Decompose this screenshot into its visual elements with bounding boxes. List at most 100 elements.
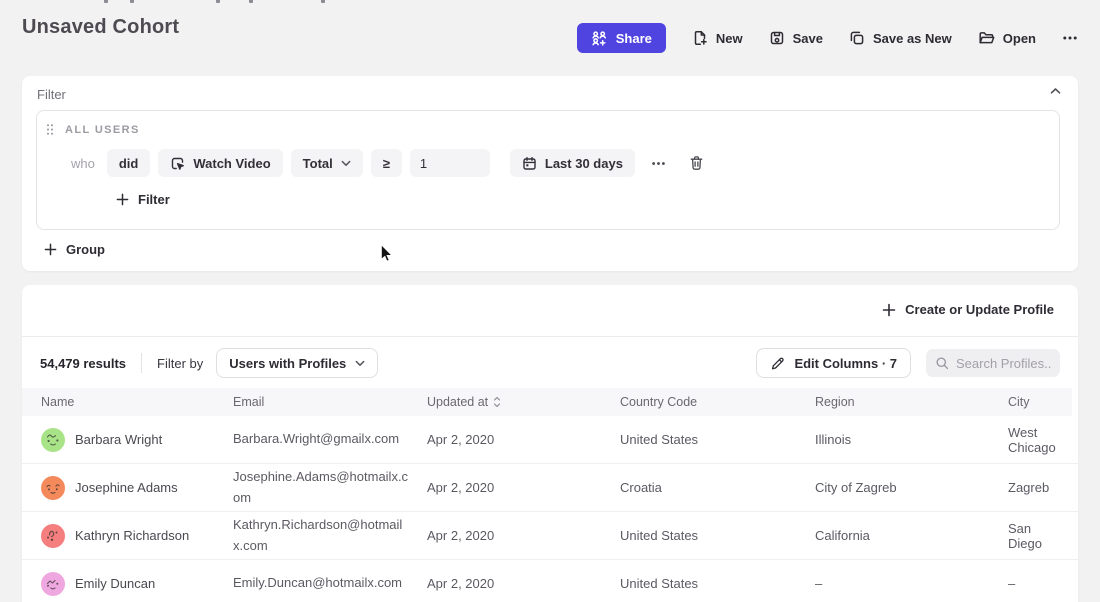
save-icon (769, 30, 785, 46)
column-header-name[interactable]: Name (41, 395, 233, 409)
plus-icon (44, 243, 57, 256)
group-label: ALL USERS (65, 124, 140, 136)
save-as-new-button[interactable]: Save as New (849, 30, 952, 46)
table-header-row: Name Email Updated at Country Code Regio… (22, 388, 1072, 416)
drag-handle-icon[interactable] (46, 123, 54, 136)
avatar (41, 428, 65, 452)
add-group-label: Group (66, 242, 105, 257)
duplicate-icon (849, 30, 865, 46)
save-button-label: Save (793, 31, 823, 46)
results-count: 54,479 results (40, 356, 126, 371)
add-group-button[interactable]: Group (44, 242, 105, 257)
cell-email: Kathryn.Richardson@hotmailx.com (233, 515, 427, 555)
cell-updated-at: Apr 2, 2020 (427, 480, 620, 495)
edit-columns-label: Edit Columns · 7 (794, 356, 897, 371)
group-header: ALL USERS (37, 123, 1059, 136)
cell-country-code: Croatia (620, 480, 815, 495)
cell-region: City of Zagreb (815, 480, 1008, 495)
plus-icon (882, 303, 896, 317)
column-header-region[interactable]: Region (815, 395, 1008, 409)
table-row[interactable]: Emily Duncan Emily.Duncan@hotmailx.com A… (22, 560, 1078, 602)
clipped-fragment (216, 0, 220, 3)
table-row[interactable]: Barbara Wright Barbara.Wright@gmailx.com… (22, 416, 1078, 464)
column-header-label: Email (233, 395, 264, 409)
column-header-updated-at[interactable]: Updated at (427, 395, 620, 409)
delete-clause-button[interactable] (689, 155, 704, 171)
save-button[interactable]: Save (769, 30, 823, 46)
event-chip-label: Watch Video (193, 156, 270, 171)
cell-city: Zagreb (1008, 480, 1078, 495)
column-header-city[interactable]: City (1008, 395, 1072, 409)
cell-region: Illinois (815, 432, 1008, 447)
cell-email: Emily.Duncan@hotmailx.com (233, 573, 427, 593)
table-row[interactable]: Josephine Adams Josephine.Adams@hotmailx… (22, 464, 1078, 512)
sort-icon[interactable] (493, 396, 501, 408)
column-header-country-code[interactable]: Country Code (620, 395, 815, 409)
cell-name: Emily Duncan (75, 576, 155, 591)
threshold-value-input[interactable] (410, 149, 490, 177)
new-file-icon (692, 30, 708, 46)
event-chip[interactable]: Watch Video (158, 149, 282, 177)
divider (22, 336, 1078, 337)
clipped-fragment (249, 0, 253, 3)
folder-open-icon (978, 30, 995, 46)
clipped-fragment (104, 0, 108, 3)
avatar (41, 524, 65, 548)
cell-email: Josephine.Adams@hotmailx.com (233, 467, 427, 507)
share-button[interactable]: Share (577, 23, 666, 53)
create-or-update-profile-button[interactable]: Create or Update Profile (882, 302, 1054, 317)
cell-email: Barbara.Wright@gmailx.com (233, 429, 427, 449)
search-profiles-box[interactable] (926, 349, 1060, 377)
cell-updated-at: Apr 2, 2020 (427, 576, 620, 591)
divider (141, 353, 142, 373)
create-or-update-profile-label: Create or Update Profile (905, 302, 1054, 317)
table-row[interactable]: Kathryn Richardson Kathryn.Richardson@ho… (22, 512, 1078, 560)
more-horizontal-icon (1062, 30, 1078, 46)
avatar (41, 476, 65, 500)
add-filter-button[interactable]: Filter (116, 192, 1059, 207)
chevron-down-icon (341, 160, 351, 167)
collapse-filter-button[interactable] (1050, 87, 1061, 95)
aggregation-chip[interactable]: Total (291, 149, 363, 177)
cohort-group-box: ALL USERS who did Watch Video Total (36, 110, 1060, 230)
plus-icon (116, 193, 129, 206)
did-chip-label: did (119, 156, 139, 171)
share-users-icon (591, 31, 608, 46)
clipped-fragment (321, 0, 325, 3)
date-range-chip[interactable]: Last 30 days (510, 149, 635, 177)
column-header-label: Updated at (427, 395, 488, 409)
search-profiles-input[interactable] (956, 356, 1051, 371)
calendar-icon (522, 156, 537, 171)
column-header-label: Region (815, 395, 855, 409)
who-label: who (71, 156, 95, 171)
filter-by-label: Filter by (157, 356, 203, 371)
cell-region: California (815, 528, 1008, 543)
operator-chip[interactable]: ≥ (371, 149, 402, 177)
profiles-panel: Create or Update Profile 54,479 results … (22, 285, 1078, 602)
new-button[interactable]: New (692, 30, 743, 46)
chevron-down-icon (355, 360, 365, 367)
cell-city: – (1008, 576, 1078, 591)
avatar (41, 572, 65, 596)
did-chip[interactable]: did (107, 149, 151, 177)
profiles-filter-select-value: Users with Profiles (229, 356, 346, 371)
edit-columns-button[interactable]: Edit Columns · 7 (756, 348, 911, 378)
add-filter-label: Filter (138, 192, 170, 207)
aggregation-chip-label: Total (303, 156, 333, 171)
open-button[interactable]: Open (978, 30, 1036, 46)
cell-name: Josephine Adams (75, 480, 178, 495)
column-header-email[interactable]: Email (233, 395, 427, 409)
search-icon (935, 356, 949, 370)
column-header-label: Name (41, 395, 74, 409)
pencil-icon (770, 356, 785, 371)
cell-updated-at: Apr 2, 2020 (427, 432, 620, 447)
clause-more-button[interactable] (651, 156, 666, 171)
more-actions-button[interactable] (1062, 30, 1078, 46)
event-icon (170, 156, 185, 171)
profiles-toolbar: 54,479 results Filter by Users with Prof… (22, 345, 1078, 381)
profiles-filter-select[interactable]: Users with Profiles (216, 348, 378, 378)
chevron-up-icon (1050, 87, 1061, 95)
cell-name: Kathryn Richardson (75, 528, 189, 543)
cell-country-code: United States (620, 576, 815, 591)
cell-country-code: United States (620, 528, 815, 543)
